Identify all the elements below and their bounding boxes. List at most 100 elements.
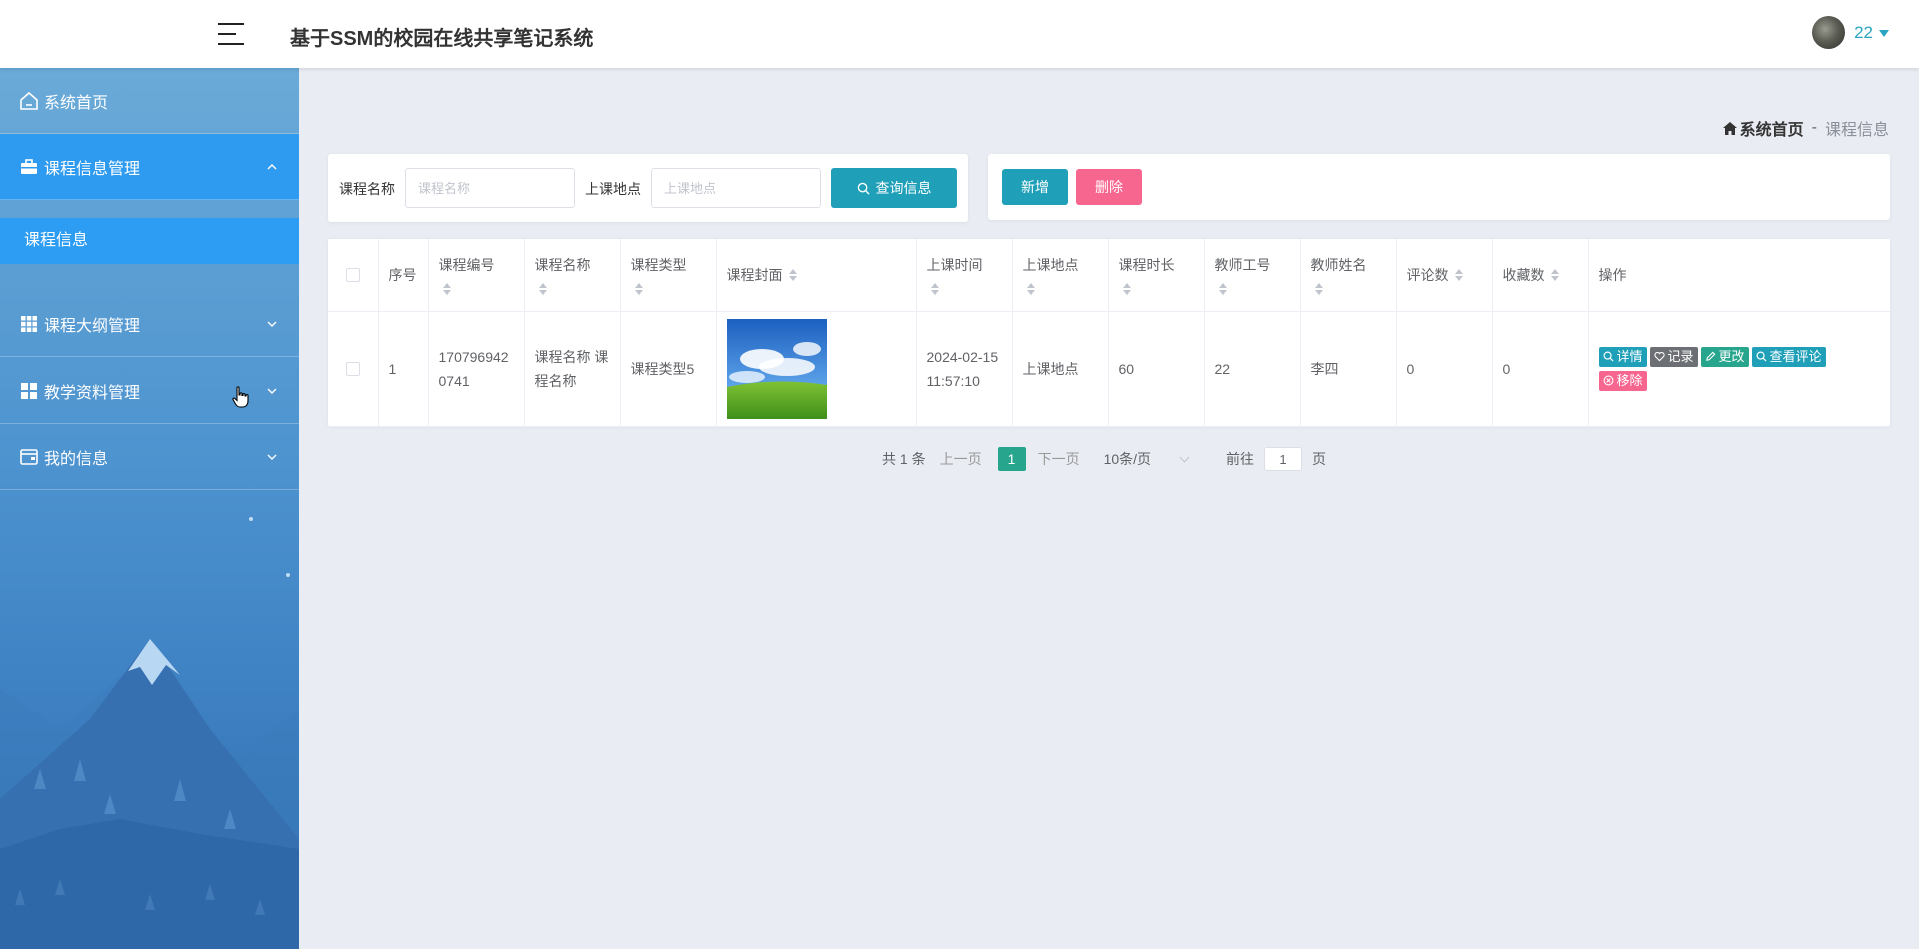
- sort-icon[interactable]: [1314, 282, 1386, 295]
- sidebar-item-syllabus-management[interactable]: 课程大纲管理: [0, 291, 299, 357]
- sort-icon[interactable]: [788, 268, 797, 281]
- page-size-select[interactable]: 10条/页: [1104, 449, 1190, 469]
- heart-icon: [1653, 351, 1665, 362]
- chevron-down-icon: [267, 388, 277, 394]
- breadcrumb-home[interactable]: 系统首页: [1722, 116, 1804, 140]
- col-course-code[interactable]: 课程编号: [428, 239, 525, 312]
- add-button[interactable]: 新增: [1002, 169, 1068, 205]
- avatar[interactable]: [1812, 16, 1846, 49]
- caret-down-icon[interactable]: [1879, 30, 1889, 37]
- sort-icon[interactable]: [634, 282, 706, 295]
- sidebar-item-label: 课程信息管理: [44, 160, 141, 178]
- col-course-name-label: 课程名称: [534, 256, 591, 273]
- col-favorites[interactable]: 收藏数: [1492, 239, 1589, 312]
- wallet-icon: [20, 448, 38, 465]
- location-input[interactable]: [651, 168, 821, 208]
- view-comments-button[interactable]: 查看评论: [1751, 346, 1826, 367]
- search-button[interactable]: 查询信息: [831, 168, 957, 208]
- user-menu[interactable]: 22: [1812, 16, 1889, 49]
- sidebar-item-my-info[interactable]: 我的信息: [0, 424, 299, 490]
- search-icon: [857, 182, 870, 195]
- goto-label: 前往: [1226, 451, 1255, 467]
- delete-button[interactable]: 删除: [1076, 169, 1142, 205]
- sort-icon[interactable]: [1026, 282, 1098, 295]
- search-icon: [1756, 351, 1767, 362]
- home-icon: [1722, 121, 1737, 135]
- sort-icon[interactable]: [1550, 268, 1559, 281]
- chevron-down-icon: [267, 321, 277, 327]
- cell-teacher-id: 22: [1204, 311, 1301, 427]
- cell-index: 1: [378, 311, 429, 427]
- app-title: 基于SSM的校园在线共享笔记系统: [290, 28, 594, 50]
- detail-button[interactable]: 详情: [1598, 346, 1647, 367]
- sort-icon[interactable]: [1122, 282, 1194, 295]
- table-header-row: 序号 课程编号 课程名称 课程类型 课程封面 上课时间 上课地点 课程时长 教师…: [328, 239, 1890, 312]
- select-all-cell: [328, 239, 379, 312]
- col-course-code-label: 课程编号: [438, 256, 495, 273]
- sort-icon[interactable]: [1454, 268, 1463, 281]
- sort-icon[interactable]: [538, 282, 610, 295]
- col-comments[interactable]: 评论数: [1396, 239, 1493, 312]
- goto-page-input[interactable]: [1264, 447, 1303, 471]
- sidebar-item-materials-management[interactable]: 教学资料管理: [0, 358, 299, 424]
- col-duration[interactable]: 课程时长: [1108, 239, 1205, 312]
- edit-button-label: 更改: [1718, 348, 1745, 364]
- col-course-type[interactable]: 课程类型: [620, 239, 717, 312]
- next-page-button[interactable]: 下一页: [1038, 449, 1080, 469]
- breadcrumb: 系统首页 - 课程信息: [1722, 116, 1889, 140]
- col-location[interactable]: 上课地点: [1012, 239, 1109, 312]
- cell-course-code: 1707969420741: [428, 311, 525, 427]
- col-course-type-label: 课程类型: [630, 256, 687, 273]
- col-teacher-name-label: 教师姓名: [1310, 256, 1367, 273]
- hand-pointer-cursor-icon: [232, 386, 249, 408]
- remove-button-label: 移除: [1616, 372, 1643, 388]
- pagination-total: 共 1 条: [882, 451, 926, 467]
- remove-button[interactable]: 移除: [1598, 370, 1647, 391]
- cell-cover: [716, 311, 917, 427]
- apps-icon: [21, 382, 37, 399]
- col-cover[interactable]: 课程封面: [716, 239, 917, 312]
- cell-duration: 60: [1108, 311, 1205, 427]
- search-panel: 课程名称 上课地点 查询信息: [328, 154, 968, 222]
- record-button[interactable]: 记录: [1649, 346, 1698, 367]
- course-table: 序号 课程编号 课程名称 课程类型 课程封面 上课时间 上课地点 课程时长 教师…: [328, 239, 1890, 427]
- page-number-button[interactable]: 1: [997, 447, 1026, 471]
- row-checkbox[interactable]: [345, 361, 360, 376]
- breadcrumb-separator: -: [1811, 119, 1817, 136]
- col-course-name[interactable]: 课程名称: [524, 239, 621, 312]
- course-cover-image[interactable]: [726, 318, 827, 419]
- menu-toggle-icon[interactable]: [218, 21, 244, 45]
- col-class-time[interactable]: 上课时间: [916, 239, 1013, 312]
- pagination: 共 1 条 上一页 1 下一页 10条/页 前往 页: [882, 447, 1326, 471]
- sidebar-item-label: 系统首页: [44, 94, 109, 112]
- sort-icon[interactable]: [442, 282, 514, 295]
- col-ops: 操作: [1588, 239, 1890, 312]
- select-all-checkbox[interactable]: [345, 267, 360, 282]
- sidebar-subitem-course-info[interactable]: 课程信息: [0, 218, 299, 264]
- sidebar-item-course-info-management[interactable]: 课程信息管理: [0, 134, 299, 200]
- sidebar-item-label: 课程大纲管理: [44, 317, 141, 335]
- col-class-time-label: 上课时间: [926, 256, 983, 273]
- cell-teacher-name: 李四: [1300, 311, 1397, 427]
- sort-icon[interactable]: [1218, 282, 1290, 295]
- col-teacher-id[interactable]: 教师工号: [1204, 239, 1301, 312]
- course-name-input[interactable]: [405, 168, 575, 208]
- sort-icon[interactable]: [930, 282, 1002, 295]
- col-favorites-label: 收藏数: [1502, 266, 1545, 283]
- view-comments-button-label: 查看评论: [1769, 348, 1822, 364]
- user-name[interactable]: 22: [1854, 23, 1873, 43]
- page-suffix: 页: [1312, 451, 1327, 467]
- edit-button[interactable]: 更改: [1700, 346, 1749, 367]
- course-name-label: 课程名称: [339, 181, 395, 197]
- home-icon: [20, 91, 38, 110]
- action-panel: 新增 删除: [988, 154, 1890, 220]
- pencil-icon: [1705, 351, 1715, 361]
- chevron-up-icon: [267, 164, 277, 170]
- sidebar: 系统首页 课程信息管理 课程信息 课程大纲管理 教学资料管理 我的信息: [0, 68, 299, 949]
- col-teacher-name[interactable]: 教师姓名: [1300, 239, 1397, 312]
- col-location-label: 上课地点: [1022, 256, 1079, 273]
- breadcrumb-current: 课程信息: [1824, 122, 1889, 139]
- prev-page-button[interactable]: 上一页: [940, 449, 982, 469]
- cell-favorites: 0: [1492, 311, 1589, 427]
- sidebar-item-home[interactable]: 系统首页: [0, 68, 299, 134]
